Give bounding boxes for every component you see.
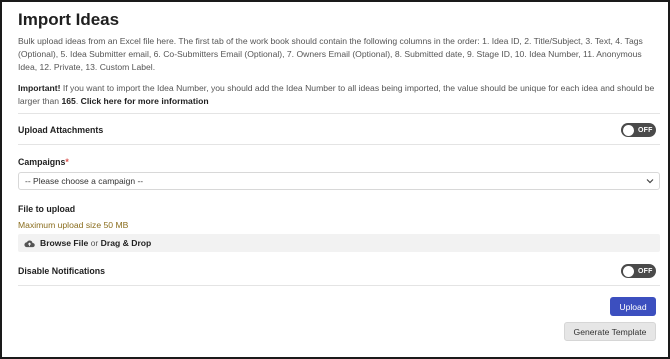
disable-notifications-toggle[interactable]: OFF <box>621 264 656 278</box>
upload-attachments-label: Upload Attachments <box>18 125 104 135</box>
campaign-selected-value: -- Please choose a campaign -- <box>25 176 144 186</box>
important-note: Important! If you want to import the Ide… <box>18 82 660 108</box>
upload-attachments-toggle[interactable]: OFF <box>621 123 656 137</box>
divider <box>18 285 660 286</box>
important-label: Important! <box>18 83 61 93</box>
page-title: Import Ideas <box>18 10 120 29</box>
import-ideas-panel: Import Ideas Bulk upload ideas from an E… <box>0 0 670 359</box>
file-dropzone[interactable]: Browse File or Drag & Drop <box>18 234 660 252</box>
upload-button[interactable]: Upload <box>610 297 656 316</box>
campaigns-label-text: Campaigns <box>18 157 66 167</box>
disable-notifications-label: Disable Notifications <box>18 266 106 276</box>
browse-file-link[interactable]: Browse File <box>40 238 88 248</box>
file-upload-label: File to upload <box>18 204 76 214</box>
important-number: 165 <box>61 96 76 106</box>
drag-drop-text: Drag & Drop <box>100 238 152 248</box>
campaigns-label: Campaigns* <box>18 157 69 167</box>
toggle-knob <box>623 265 634 277</box>
required-mark: * <box>65 157 69 167</box>
or-text: or <box>88 238 101 248</box>
campaign-select[interactable]: -- Please choose a campaign -- <box>18 172 660 190</box>
toggle-knob <box>623 124 634 136</box>
max-upload-size: Maximum upload size 50 MB <box>18 220 129 230</box>
important-period: . <box>75 96 79 106</box>
chevron-down-icon <box>646 179 654 184</box>
toggle-state-text: OFF <box>638 267 653 275</box>
import-description: Bulk upload ideas from an Excel file her… <box>18 36 643 72</box>
cloud-upload-icon <box>24 240 35 247</box>
divider <box>18 144 660 145</box>
generate-template-button[interactable]: Generate Template <box>564 322 656 341</box>
divider <box>18 113 660 114</box>
toggle-state-text: OFF <box>638 126 653 134</box>
more-info-link[interactable]: Click here for more information <box>81 96 209 106</box>
